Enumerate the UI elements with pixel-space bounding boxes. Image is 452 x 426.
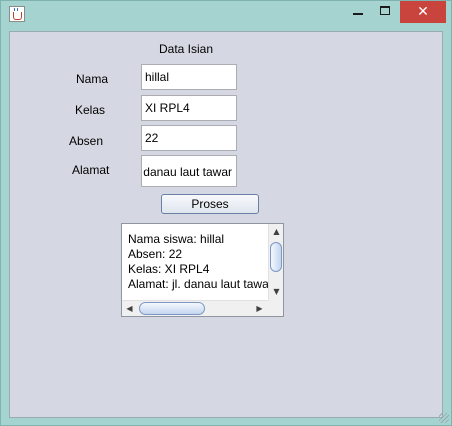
output-line-nama: Nama siswa: hillal	[128, 232, 225, 246]
title-bar[interactable]: ✕	[1, 1, 451, 29]
scroll-left-arrow-icon[interactable]: ◀	[122, 301, 137, 316]
scroll-down-arrow-icon[interactable]: ▼	[269, 284, 284, 299]
output-line-alamat: Alamat: jl. danau laut tawar	[128, 277, 268, 291]
kelas-field[interactable]: XI RPL4	[141, 95, 237, 121]
app-window: ✕ Data Isian Nama hillal Kelas XI RPL4 A…	[0, 0, 452, 426]
proses-button[interactable]: Proses	[161, 194, 259, 214]
absen-label: Absen	[69, 134, 104, 148]
kelas-label: Kelas	[75, 103, 106, 117]
absen-field[interactable]: 22	[141, 125, 237, 151]
vertical-scrollbar[interactable]: ▲ ▼	[268, 224, 283, 300]
scroll-right-arrow-icon[interactable]: ▶	[252, 301, 267, 316]
close-button[interactable]: ✕	[400, 1, 446, 23]
horizontal-scrollbar[interactable]: ◀ ▶	[122, 300, 268, 316]
close-icon: ✕	[417, 4, 429, 20]
resize-grip-icon[interactable]	[439, 413, 449, 423]
alamat-value: jl. danau laut tawar	[141, 165, 232, 179]
java-steam-icon	[14, 8, 18, 11]
form-title: Data Isian	[159, 42, 214, 56]
alamat-label: Alamat	[72, 163, 110, 177]
scroll-up-arrow-icon[interactable]: ▲	[269, 224, 284, 239]
output-text-area[interactable]: Nama siswa: hillal Absen: 22 Kelas: XI R…	[122, 224, 268, 301]
java-cup-icon	[13, 12, 22, 20]
output-line-kelas: Kelas: XI RPL4	[128, 262, 210, 276]
vertical-scroll-thumb[interactable]	[270, 242, 282, 272]
nama-field[interactable]: hillal	[141, 64, 237, 90]
output-line-absen: Absen: 22	[128, 247, 183, 261]
horizontal-scroll-thumb[interactable]	[139, 302, 205, 315]
minimize-button[interactable]	[343, 1, 371, 23]
output-scroll-pane[interactable]: Nama siswa: hillal Absen: 22 Kelas: XI R…	[121, 223, 284, 317]
scroll-corner	[268, 300, 283, 316]
java-app-icon[interactable]	[9, 6, 25, 22]
nama-label: Nama	[76, 72, 109, 86]
alamat-field[interactable]: jl. danau laut tawar	[141, 155, 237, 187]
maximize-button[interactable]	[371, 1, 399, 23]
content-panel: Data Isian Nama hillal Kelas XI RPL4 Abs…	[9, 31, 443, 418]
